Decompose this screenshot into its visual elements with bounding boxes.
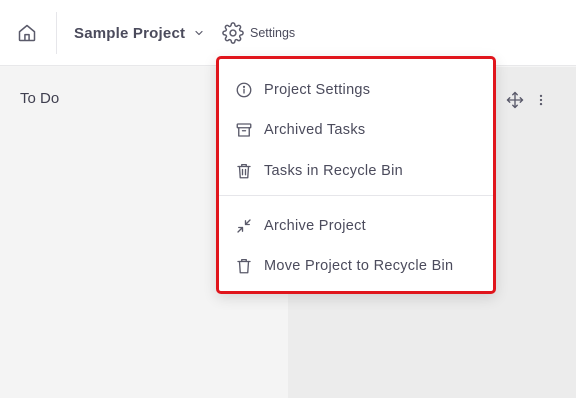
menu-divider (219, 195, 493, 196)
menu-item-label: Tasks in Recycle Bin (264, 163, 403, 179)
more-vertical-icon[interactable] (534, 91, 548, 109)
header-divider (56, 12, 57, 54)
project-switcher[interactable]: Sample Project (74, 22, 205, 44)
project-name: Sample Project (74, 24, 186, 42)
gear-icon (222, 22, 244, 44)
menu-item-label: Archive Project (264, 218, 367, 234)
move-icon[interactable] (506, 91, 524, 109)
menu-item-project-settings[interactable]: Project Settings (219, 72, 493, 108)
trash-icon (235, 257, 253, 275)
archive-icon (235, 121, 253, 139)
menu-item-move-to-recycle-bin[interactable]: Move Project to Recycle Bin (219, 248, 493, 284)
menu-item-label: Archived Tasks (264, 122, 366, 138)
menu-item-tasks-in-recycle-bin[interactable]: Tasks in Recycle Bin (219, 153, 493, 189)
settings-label: Settings (250, 26, 296, 40)
settings-button[interactable]: Settings (222, 20, 295, 46)
column-tools: ○ (488, 90, 548, 110)
menu-item-archived-tasks[interactable]: Archived Tasks (219, 112, 493, 148)
menu-item-archive-project[interactable]: Archive Project (219, 208, 493, 244)
trash-icon (235, 162, 253, 180)
menu-item-label: Project Settings (264, 82, 371, 98)
column-title: To Do (20, 90, 60, 107)
chevron-down-icon (195, 30, 203, 36)
info-icon (235, 81, 253, 99)
menu-item-label: Move Project to Recycle Bin (264, 258, 454, 274)
settings-menu: Project Settings Archived Tasks Tasks in… (216, 56, 496, 294)
home-button[interactable] (8, 14, 46, 52)
minimize-icon (235, 217, 253, 235)
home-icon (18, 24, 36, 42)
